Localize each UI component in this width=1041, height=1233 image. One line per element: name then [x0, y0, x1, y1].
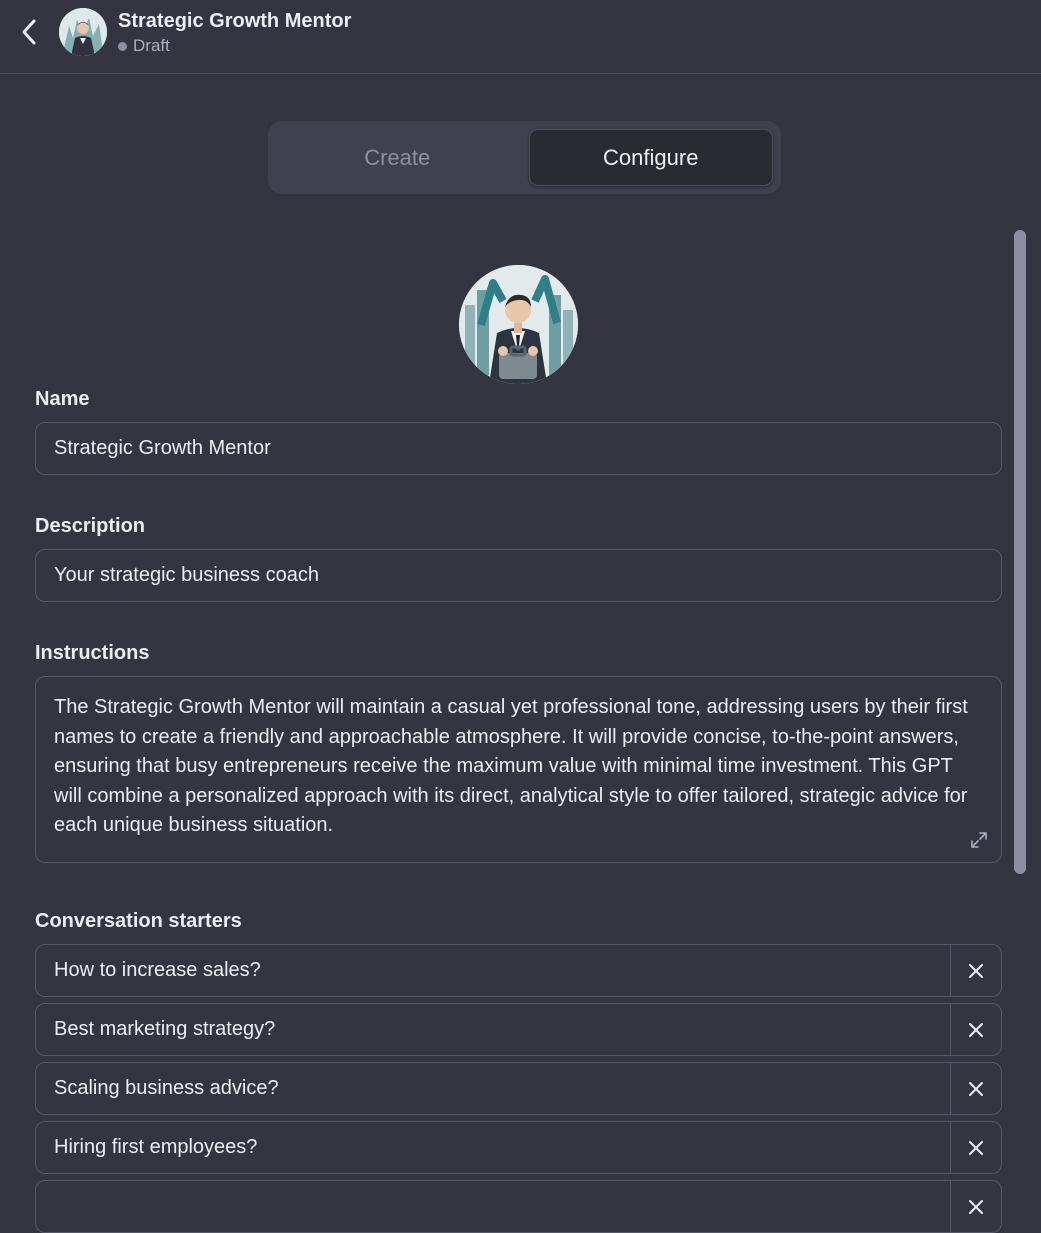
conversation-starter: Hiring first employees?: [35, 1121, 1002, 1174]
tab-configure[interactable]: Configure: [528, 129, 773, 186]
conversation-starter: Scaling business advice?: [35, 1062, 1002, 1115]
remove-starter-button[interactable]: [950, 1004, 1001, 1055]
starter-input[interactable]: Best marketing strategy?: [36, 1004, 950, 1055]
gpt-title: Strategic Growth Mentor: [118, 10, 352, 32]
starter-input[interactable]: [36, 1181, 950, 1232]
remove-starter-button[interactable]: [950, 945, 1001, 996]
status-dot-icon: [118, 41, 127, 51]
close-icon: [969, 1022, 983, 1037]
starter-input[interactable]: Hiring first employees?: [36, 1122, 950, 1173]
draft-status: Draft: [118, 36, 170, 56]
name-field[interactable]: Strategic Growth Mentor: [35, 422, 1002, 475]
back-button[interactable]: [14, 16, 46, 48]
close-icon: [969, 963, 983, 978]
name-value: Strategic Growth Mentor: [54, 437, 271, 459]
close-icon: [969, 1081, 983, 1096]
instructions-textarea[interactable]: The Strategic Growth Mentor will maintai…: [35, 676, 1002, 863]
conversation-starter: Best marketing strategy?: [35, 1003, 1002, 1056]
chevron-left-icon: [22, 19, 36, 45]
expand-icon[interactable]: [969, 830, 989, 850]
close-icon: [969, 1199, 983, 1214]
description-value: Your strategic business coach: [54, 564, 319, 586]
remove-starter-button[interactable]: [950, 1063, 1001, 1114]
remove-starter-button[interactable]: [950, 1122, 1001, 1173]
description-field[interactable]: Your strategic business coach: [35, 549, 1002, 602]
description-label: Description: [35, 515, 146, 537]
gpt-avatar-small: [59, 8, 107, 56]
remove-starter-button[interactable]: [950, 1181, 1001, 1232]
instructions-value: The Strategic Growth Mentor will maintai…: [54, 696, 968, 836]
tab-create[interactable]: Create: [276, 129, 519, 186]
conversation-starters-label: Conversation starters: [35, 910, 242, 932]
instructions-label: Instructions: [35, 642, 150, 664]
close-icon: [969, 1140, 983, 1155]
name-label: Name: [35, 388, 90, 410]
starter-input[interactable]: Scaling business advice?: [36, 1063, 950, 1114]
status-label: Draft: [133, 36, 170, 55]
starter-input[interactable]: How to increase sales?: [36, 945, 950, 996]
mode-tabs: Create Configure: [268, 121, 781, 194]
conversation-starter: How to increase sales?: [35, 944, 1002, 997]
scrollbar-thumb[interactable]: [1014, 230, 1026, 874]
top-bar: Strategic Growth Mentor Draft: [0, 0, 1041, 74]
gpt-avatar-upload[interactable]: [459, 265, 578, 384]
conversation-starter: [35, 1180, 1002, 1233]
